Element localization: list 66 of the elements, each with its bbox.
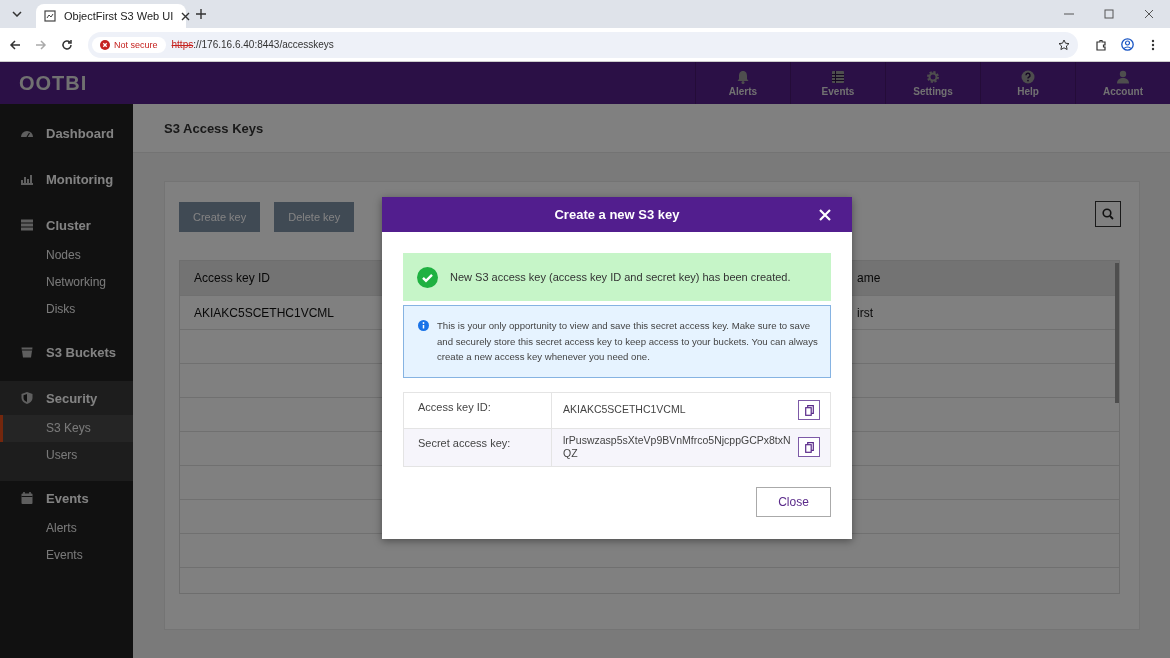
close-icon [819, 208, 831, 221]
sidebar-section[interactable]: Monitoring [0, 162, 133, 196]
table-cell: AKIAKC5SCETHC1VCML [194, 305, 335, 320]
bucket-icon [20, 345, 34, 359]
table-cell: irst [857, 305, 873, 320]
favicon-icon [44, 10, 56, 22]
sidebar-item[interactable]: Users [0, 442, 133, 469]
toolbar-button[interactable]: Create key [179, 202, 261, 232]
logo: OOTBI [18, 71, 88, 95]
reload-icon[interactable] [61, 38, 73, 51]
scrollbar-thumb[interactable] [1115, 263, 1119, 403]
person-icon [1116, 69, 1130, 84]
dialog-title: Create a new S3 key [554, 207, 680, 222]
key-value: AKIAKC5SCETHC1VCML [563, 403, 687, 417]
sidebar-item[interactable]: Networking [0, 269, 133, 296]
maximize-icon[interactable] [1104, 9, 1114, 19]
close-button[interactable]: Close [756, 486, 831, 517]
field-label: Access key ID: [404, 392, 552, 428]
sidebar-item[interactable]: S3 Keys [0, 415, 133, 442]
column-header: ame [857, 271, 881, 285]
copy-button[interactable] [798, 437, 820, 457]
security-label: Not secure [114, 39, 158, 50]
star-icon[interactable] [1058, 38, 1070, 51]
success-message: New S3 access key (access key ID and secret key) has been created. [450, 271, 791, 283]
more-menu-icon[interactable] [1151, 38, 1155, 51]
sidebar-item[interactable]: Alerts [0, 515, 133, 542]
info-message: This is your only opportunity to view and save this secret access key. Make sure to save and securely store this secret access key to keep access to your buckets. You can always create a new access key whenever you need one. [437, 319, 819, 364]
shield-icon [20, 391, 34, 405]
url-text: https://176.16.6.40:8443/accesskeys [171, 39, 334, 50]
plus-icon[interactable] [196, 9, 206, 19]
sidebar-item[interactable]: Events [0, 542, 133, 569]
copy-icon [804, 441, 814, 453]
security-chip[interactable]: Not secure [92, 36, 166, 53]
copy-button[interactable] [798, 400, 820, 420]
sidebar-section[interactable]: Dashboard [0, 116, 133, 150]
warning-icon [100, 39, 110, 50]
calendar-icon [20, 491, 34, 505]
field-label: Secret access key: [404, 428, 552, 466]
puzzle-icon[interactable] [1095, 38, 1107, 51]
profile-icon[interactable] [1120, 38, 1134, 51]
copy-icon [804, 404, 814, 416]
sidebar-section[interactable]: S3 Buckets [0, 335, 133, 369]
sidebar-section[interactable]: Cluster [0, 208, 133, 242]
sidebar-section[interactable]: Events [0, 481, 133, 515]
page-title: S3 Access Keys [164, 120, 264, 136]
search-icon [1102, 208, 1114, 220]
list-icon [831, 69, 845, 84]
column-header: Access key ID [194, 271, 271, 285]
search-button[interactable] [1095, 201, 1121, 227]
check-circle-icon [417, 266, 438, 288]
info-icon [418, 320, 429, 331]
bell-icon [736, 69, 750, 84]
back-arrow-icon[interactable] [9, 38, 21, 51]
close-button[interactable] [819, 208, 832, 221]
chevron-down-icon[interactable] [12, 11, 22, 17]
close-icon [181, 11, 191, 21]
server-stack-icon [20, 218, 34, 232]
bar-chart-icon [20, 172, 34, 186]
help-icon [1021, 69, 1035, 84]
sidebar-item[interactable]: Nodes [0, 242, 133, 269]
address-bar[interactable]: Not secure https://176.16.6.40:8443/accesskeys [88, 31, 1078, 58]
key-value: lrPuswzasp5sXteVp9BVnMfrco5NjcppGCPx8txNQZ [563, 433, 792, 461]
tab-title: ObjectFirst S3 Web UI [64, 10, 174, 22]
sidebar-item[interactable]: Disks [0, 296, 133, 323]
close-icon[interactable] [1144, 9, 1154, 19]
gear-icon [926, 69, 940, 84]
